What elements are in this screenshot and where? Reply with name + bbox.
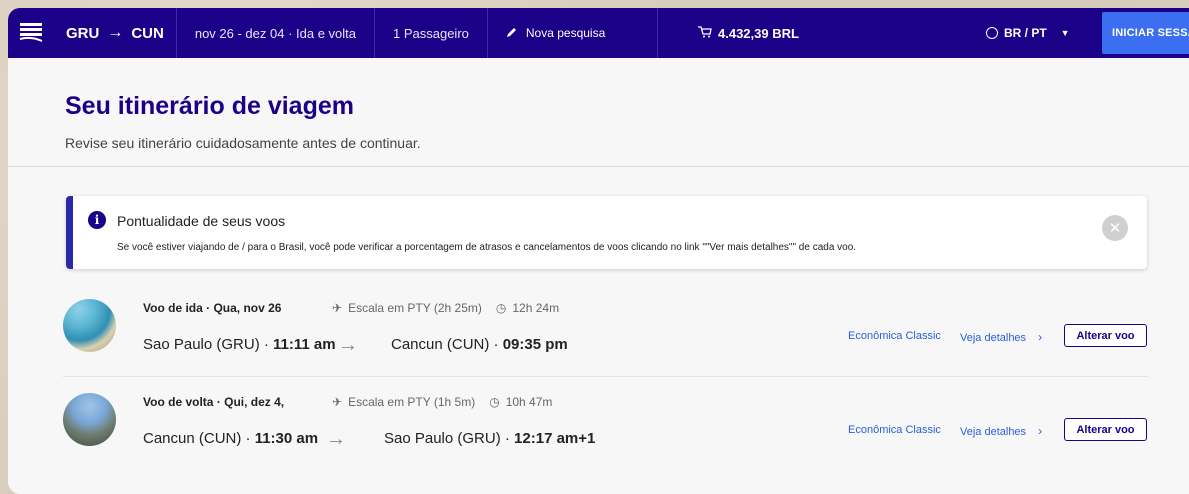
flight-return: Voo de volta · Qui, dez 4, ✈ Escala em P… [8,390,1189,476]
clock-icon: ◷ [489,395,500,409]
page-subtitle: Revise seu itinerário cuidadosamente ant… [65,135,421,151]
language-selector[interactable]: BR / PT ▼ [986,8,1070,58]
change-flight-button[interactable]: Alterar voo [1064,324,1147,347]
language-label: BR / PT [1004,26,1047,40]
see-details-link[interactable]: Veja detalhes › [960,424,1042,438]
cart-icon [698,25,712,41]
section-divider [8,166,1189,167]
origin-info: Cancun (CUN) · 11:30 am [143,430,318,447]
new-search-button[interactable]: Nova pesquisa [488,8,658,58]
login-button[interactable]: INICIAR SESSÃO [1102,12,1189,54]
route-summary[interactable]: GRU → CUN [54,8,177,58]
clock-icon: ◷ [495,301,507,315]
flight-outbound: Voo de ida · Qua, nov 26 ✈ Escala em PTY… [8,296,1189,382]
flight-duration: 12h 24m [512,301,560,315]
origin-city: Sao Paulo (GRU) · [143,336,274,353]
caret-down-icon: ▼ [1060,28,1070,38]
globe-icon [986,27,998,39]
origin-time: 11:30 am [254,430,319,447]
app-frame: GRU → CUN nov 26 - dez 04 · Ida e volta … [8,8,1189,494]
cabin-class-link[interactable]: Econômica Classic [848,424,941,436]
pencil-icon [506,26,518,41]
destination-code: CUN [131,24,164,42]
arrow-icon: → [326,428,346,450]
stop-text: Escala em PTY (1h 5m) [348,395,476,409]
destination-time: 09:35 pm [502,336,568,353]
plane-icon: ✈ [332,301,343,315]
destination-city: Cancun (CUN) · [391,336,503,353]
punctuality-notice: i Pontualidade de seus voos Se você esti… [66,196,1147,269]
info-icon: i [88,211,106,229]
destination-city: Sao Paulo (GRU) · [384,430,515,447]
origin-info: Sao Paulo (GRU) · 11:11 am [143,336,336,353]
travel-dates[interactable]: nov 26 - dez 04 · Ida e volta [177,8,375,58]
passenger-count[interactable]: 1 Passageiro [375,8,488,58]
change-flight-button[interactable]: Alterar voo [1064,418,1147,441]
chevron-right-icon: › [1038,424,1043,438]
flight-duration: 10h 47m [505,395,553,409]
chevron-right-icon: › [1038,330,1043,344]
close-icon[interactable]: ✕ [1102,215,1128,241]
row-divider [63,376,1148,377]
details-label: Veja detalhes [960,332,1027,344]
destination-thumbnail [63,299,116,352]
details-label: Veja detalhes [960,426,1027,438]
flight-header: Voo de volta · Qui, dez 4, [143,395,285,409]
flight-header: Voo de ida · Qua, nov 26 [143,301,282,315]
cart-summary[interactable]: 4.432,39 BRL [698,8,799,58]
stop-text: Escala em PTY (2h 25m) [348,301,482,315]
notice-title: Pontualidade de seus voos [117,213,286,229]
destination-info: Cancun (CUN) · 09:35 pm [391,336,568,353]
page-title: Seu itinerário de viagem [65,92,354,120]
origin-city: Cancun (CUN) · [143,430,255,447]
destination-info: Sao Paulo (GRU) · 12:17 am+1 [384,430,595,447]
flight-stop-info: ✈ Escala em PTY (2h 25m) ◷ 12h 24m [332,301,559,315]
route-arrow-icon: → [107,24,124,41]
arrow-icon: → [338,334,358,356]
origin-code: GRU [66,24,100,42]
destination-time: 12:17 am+1 [514,430,596,447]
new-search-label: Nova pesquisa [525,26,606,40]
see-details-link[interactable]: Veja detalhes › [960,330,1042,344]
flight-stop-info: ✈ Escala em PTY (1h 5m) ◷ 10h 47m [332,395,552,409]
destination-thumbnail [63,393,116,446]
cart-total: 4.432,39 BRL [718,25,799,41]
top-bar: GRU → CUN nov 26 - dez 04 · Ida e volta … [8,8,1189,58]
plane-icon: ✈ [332,395,343,409]
notice-text: Se você estiver viajando de / para o Bra… [117,242,857,253]
origin-time: 11:11 am [273,336,336,353]
cabin-class-link[interactable]: Econômica Classic [848,330,941,342]
airline-logo[interactable] [8,8,54,58]
